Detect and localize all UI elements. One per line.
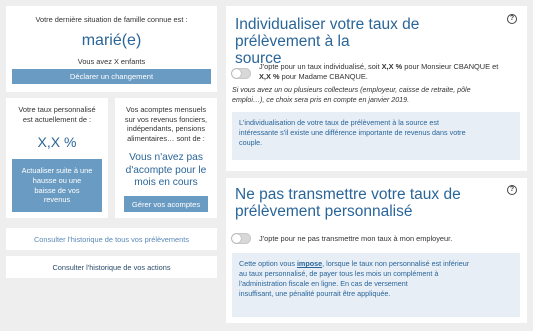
no-transmit-title-line1: Ne pas transmettre votre taux de	[235, 186, 461, 203]
no-transmit-info-line3: l'administration fiscale en ligne. En ca…	[239, 279, 408, 288]
individualize-title-line1: Individualiser votre taux de prélèvement…	[235, 16, 420, 50]
rate-heading: Votre taux personnalisé est actuellement…	[6, 105, 108, 124]
update-rate-label-3: baisse de vos	[34, 185, 80, 195]
update-rate-label-1: Actualiser suite à une	[21, 166, 93, 176]
toggle-knob	[232, 69, 241, 78]
family-heading: Votre dernière situation de famille conn…	[35, 15, 188, 24]
no-transmit-title-line2: prélèvement personnalisé	[235, 203, 413, 220]
no-transmit-info-line1: Cette option vous impose, lorsque le tau…	[239, 259, 513, 269]
actions-history-link[interactable]: Consulter l'historique de vos actions	[6, 256, 217, 278]
individualize-option: J'opte pour un taux individualisé, soit …	[259, 62, 524, 81]
no-transmit-info-post: , lorsque le taux non personnalisé est i…	[322, 259, 470, 268]
update-rate-button[interactable]: Actualiser suite à une hausse ou une bai…	[12, 159, 102, 212]
individualize-info-line1: L'individualisation de votre taux de pré…	[239, 118, 439, 127]
installments-card: Vos acomptes mensuels sur vos revenus fo…	[115, 98, 217, 218]
collectors-note: Si vous avez un ou plusieurs collecteurs…	[232, 86, 524, 105]
individualize-option-mid: pour Monsieur CBANQUE et	[402, 62, 499, 71]
children-count: Vous avez X enfants	[77, 57, 146, 66]
installments-message: Vous n'avez pas d'acompte pour le mois e…	[115, 152, 217, 190]
installments-message-line1: Vous n'avez pas	[129, 152, 203, 163]
no-transmit-card: Ne pas transmettre votre taux de prélève…	[226, 178, 527, 323]
no-transmit-info-box: Cette option vous impose, lorsque le tau…	[232, 253, 520, 317]
personal-rate-card: Votre taux personnalisé est actuellement…	[6, 98, 108, 218]
update-rate-label-4: revenus	[43, 195, 71, 205]
rate-heading-line2: est actuellement de :	[22, 114, 92, 124]
installments-heading-line2: sur vos revenus fonciers,	[124, 114, 208, 124]
individualize-option-pre: J'opte pour un taux individualisé, soit	[259, 62, 382, 71]
individualize-title: Individualiser votre taux de prélèvement…	[235, 16, 507, 67]
individualize-info-box: L'individualisation de votre taux de pré…	[232, 112, 520, 160]
installments-heading: Vos acomptes mensuels sur vos revenus fo…	[115, 105, 217, 143]
individualize-toggle[interactable]	[231, 68, 251, 79]
manage-installments-button[interactable]: Gérer vos acomptes	[124, 196, 208, 212]
no-transmit-info-line4: insuffisant, une pénalité pourrait être …	[239, 289, 391, 298]
installments-heading-line1: Vos acomptes mensuels	[125, 105, 207, 114]
rate-monsieur: X,X %	[381, 62, 403, 71]
collectors-note-line2: emploi…), ce choix sera pris en compte e…	[232, 95, 410, 104]
no-transmit-info-pre: Cette option vous	[239, 259, 297, 268]
installments-message-line3: mois en cours	[134, 177, 198, 188]
installments-heading-line4: alimentaires… sont de :	[127, 133, 205, 143]
no-transmit-title: Ne pas transmettre votre taux de prélève…	[235, 186, 507, 220]
no-transmit-toggle[interactable]	[231, 233, 251, 244]
update-rate-label-2: hausse ou une	[32, 175, 82, 185]
rate-madame: X,X %	[259, 71, 280, 81]
installments-message-line2: d'acompte pour le	[125, 164, 207, 176]
toggle-knob	[232, 234, 241, 243]
family-status: marié(e)	[81, 32, 142, 49]
individualize-info-line3: couple.	[239, 138, 263, 147]
help-icon[interactable]: ?	[507, 185, 517, 195]
rate-value: X,X %	[37, 134, 77, 150]
installments-heading-line3: indépendants, pensions	[126, 124, 206, 134]
collectors-note-line1: Si vous avez un ou plusieurs collecteurs…	[232, 86, 471, 94]
individualize-info-line2: intéressante s'il existe une différence …	[239, 128, 466, 137]
declare-change-button[interactable]: Déclarer un changement	[12, 69, 211, 84]
rate-heading-line1: Votre taux personnalisé	[18, 105, 96, 114]
help-icon[interactable]: ?	[507, 14, 517, 24]
impose-link[interactable]: impose	[297, 259, 322, 268]
individualize-card: Individualiser votre taux de prélèvement…	[226, 6, 527, 171]
no-transmit-option: J'opte pour ne pas transmettre mon taux …	[259, 234, 453, 243]
individualize-option-post: pour Madame CBANQUE.	[279, 71, 368, 81]
no-transmit-info-line2: au taux personnalisé, de payer tous les …	[239, 269, 439, 278]
withholding-history-link[interactable]: Consulter l'historique de tous vos prélè…	[6, 228, 217, 250]
family-situation-card: Votre dernière situation de famille conn…	[6, 6, 217, 92]
